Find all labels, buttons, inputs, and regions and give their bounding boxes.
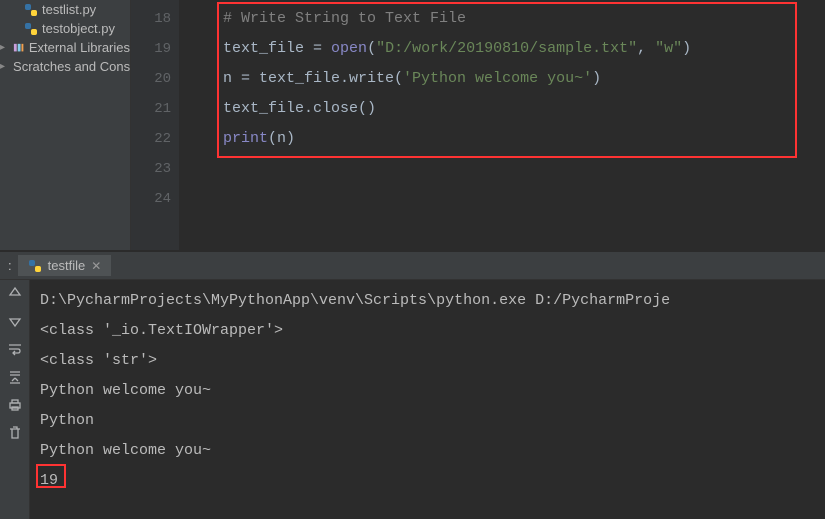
- line-number: 23: [131, 154, 171, 184]
- run-toolbar: [0, 280, 30, 519]
- python-file-icon: [28, 259, 42, 273]
- run-body: D:\PycharmProjects\MyPythonApp\venv\Scri…: [0, 280, 825, 519]
- console-output[interactable]: D:\PycharmProjects\MyPythonApp\venv\Scri…: [30, 280, 825, 519]
- code-line[interactable]: text_file.close(): [187, 94, 817, 124]
- close-icon[interactable]: ✕: [91, 259, 101, 273]
- tree-item-scratches[interactable]: ▸ Scratches and Consoles: [0, 57, 130, 76]
- down-arrow-icon[interactable]: [6, 312, 24, 330]
- up-arrow-icon[interactable]: [6, 284, 24, 302]
- console-line: Python welcome you~: [40, 376, 815, 406]
- run-label: :: [8, 258, 18, 273]
- line-gutter: 18 19 20 21 22 23 24: [131, 0, 179, 250]
- tree-label: testlist.py: [42, 2, 96, 17]
- editor-area: 18 19 20 21 22 23 24 # Write String to T…: [130, 0, 825, 250]
- print-icon[interactable]: [6, 396, 24, 414]
- line-number: 18: [131, 4, 171, 34]
- tree-item-file[interactable]: testobject.py: [0, 19, 130, 38]
- code-line[interactable]: n = text_file.write('Python welcome you~…: [187, 64, 817, 94]
- expand-arrow-icon[interactable]: ▸: [0, 42, 8, 53]
- run-panel: : testfile ✕: [0, 252, 825, 519]
- line-number: 21: [131, 94, 171, 124]
- code-editor[interactable]: # Write String to Text File text_file = …: [179, 0, 825, 250]
- line-number: 24: [131, 184, 171, 214]
- line-number: 20: [131, 64, 171, 94]
- tab-label: testfile: [48, 258, 86, 273]
- tree-item-libraries[interactable]: ▸ External Libraries: [0, 38, 130, 57]
- python-file-icon: [24, 3, 38, 17]
- console-line: D:\PycharmProjects\MyPythonApp\venv\Scri…: [40, 286, 815, 316]
- trash-icon[interactable]: [6, 424, 24, 442]
- python-file-icon: [24, 22, 38, 36]
- workspace: testlist.py testobject.py ▸ External Lib…: [0, 0, 825, 250]
- expand-arrow-icon[interactable]: ▸: [0, 61, 5, 72]
- console-line: <class 'str'>: [40, 346, 815, 376]
- tree-label: testobject.py: [42, 21, 115, 36]
- code-line[interactable]: print(n): [187, 124, 817, 154]
- code-line[interactable]: # Write String to Text File: [187, 4, 817, 34]
- code-line[interactable]: [187, 154, 817, 184]
- tree-item-file[interactable]: testlist.py: [0, 0, 130, 19]
- project-sidebar[interactable]: testlist.py testobject.py ▸ External Lib…: [0, 0, 130, 250]
- run-tab[interactable]: testfile ✕: [18, 255, 112, 276]
- console-line: Python: [40, 406, 815, 436]
- soft-wrap-icon[interactable]: [6, 340, 24, 358]
- code-line[interactable]: text_file = open("D:/work/20190810/sampl…: [187, 34, 817, 64]
- console-line: <class '_io.TextIOWrapper'>: [40, 316, 815, 346]
- line-number: 22: [131, 124, 171, 154]
- console-line: Python welcome you~: [40, 436, 815, 466]
- tree-label: Scratches and Consoles: [13, 59, 130, 74]
- line-number: 19: [131, 34, 171, 64]
- scroll-to-end-icon[interactable]: [6, 368, 24, 386]
- tree-label: External Libraries: [29, 40, 130, 55]
- libraries-icon: [12, 41, 25, 55]
- run-tab-bar: : testfile ✕: [0, 252, 825, 280]
- console-line: 19: [40, 466, 815, 496]
- code-line[interactable]: [187, 184, 817, 214]
